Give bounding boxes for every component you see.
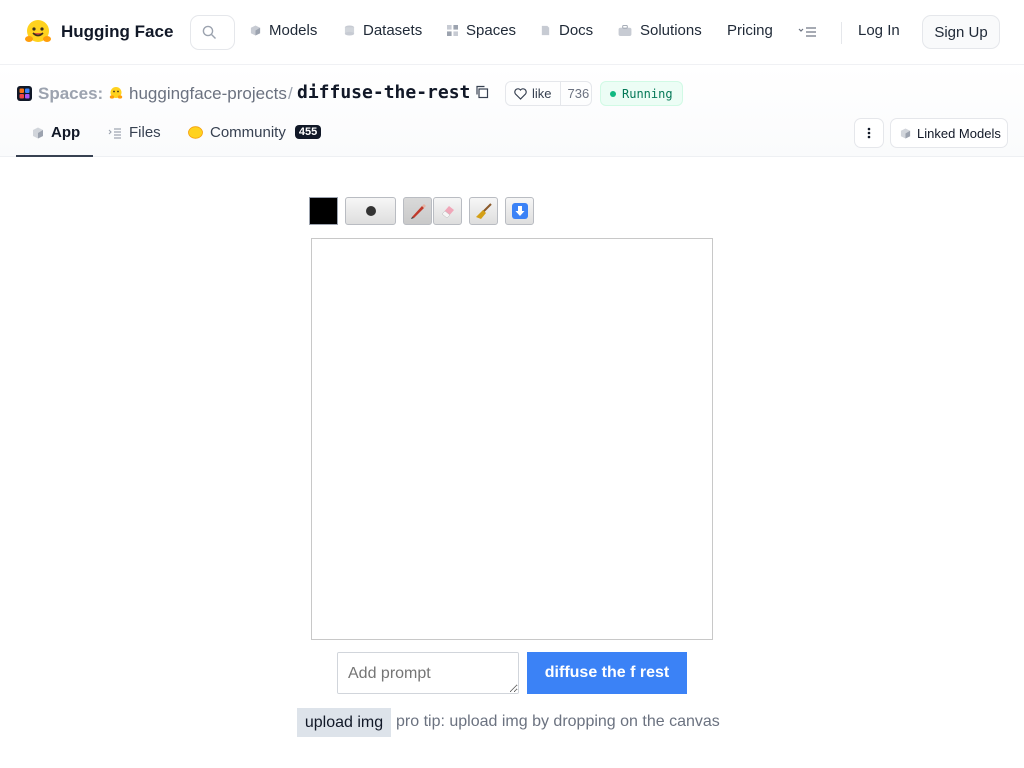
repo-header: Spaces: huggingface-projects / diffuse-t… — [0, 65, 1024, 157]
nav-pricing-label: Pricing — [727, 22, 773, 39]
active-tab-indicator — [16, 155, 93, 157]
briefcase-icon — [618, 25, 632, 36]
brand-name: Hugging Face — [61, 22, 174, 41]
pencil-icon — [410, 204, 426, 219]
status-dot-icon — [610, 90, 616, 97]
search-icon — [202, 25, 216, 39]
prompt-input[interactable] — [337, 652, 519, 694]
heart-icon — [514, 87, 527, 100]
community-count-badge: 455 — [294, 125, 322, 139]
eraser-icon — [441, 206, 454, 219]
nav-solutions-label: Solutions — [640, 22, 702, 39]
community-icon — [188, 126, 203, 139]
owner-link[interactable]: huggingface-projects — [129, 84, 287, 104]
cube-icon — [33, 127, 43, 139]
copy-icon — [476, 85, 489, 99]
broom-icon — [475, 203, 492, 219]
more-options-button[interactable] — [854, 118, 884, 148]
nav-docs-label: Docs — [559, 22, 594, 39]
tab-community[interactable]: Community 455 — [188, 121, 322, 157]
spaces-section-label: Spaces: — [38, 84, 104, 103]
nav-models[interactable]: Models — [250, 22, 317, 39]
tab-community-label: Community — [210, 124, 286, 141]
nav-spaces-label: Spaces — [466, 22, 517, 39]
search-input[interactable] — [190, 15, 235, 50]
files-list-icon — [108, 128, 121, 139]
vertical-dots-icon — [867, 127, 871, 139]
repo-name-link[interactable]: diffuse-the-rest — [297, 82, 470, 103]
eraser-tool-button[interactable] — [433, 197, 462, 225]
nav-datasets[interactable]: Datasets — [344, 22, 422, 39]
more-menu-button[interactable] — [798, 26, 818, 38]
download-button[interactable] — [505, 197, 534, 225]
spaces-grid-icon — [447, 25, 458, 36]
nav-models-label: Models — [269, 22, 318, 39]
nav-divider — [841, 22, 842, 44]
like-button[interactable]: like 736 — [505, 81, 592, 106]
linked-models-label: Linked Models — [917, 125, 1001, 141]
spaces-logo-icon — [17, 86, 32, 101]
brand-link[interactable]: Hugging Face — [24, 18, 173, 46]
pro-tip-text: pro tip: upload img by dropping on the c… — [396, 713, 720, 730]
status-badge: Running — [600, 81, 683, 106]
copy-repo-name-button[interactable] — [475, 85, 489, 104]
nav-solutions[interactable]: Solutions — [618, 22, 702, 39]
database-icon — [344, 25, 355, 36]
brush-size-button[interactable] — [345, 197, 396, 225]
tab-files-label: Files — [129, 124, 161, 141]
cube-icon — [250, 25, 261, 36]
signup-button[interactable]: Sign Up — [922, 15, 1000, 49]
brush-size-icon — [365, 206, 376, 216]
cube-icon — [900, 127, 911, 139]
like-count[interactable]: 736 — [561, 86, 597, 101]
status-text: Running — [622, 86, 673, 101]
tab-app[interactable]: App — [32, 121, 80, 157]
diffuse-submit-button[interactable]: diffuse the f rest — [527, 652, 687, 694]
tab-app-label: App — [51, 124, 81, 141]
nav-docs[interactable]: Docs — [540, 22, 593, 39]
nav-datasets-label: Datasets — [363, 22, 423, 39]
like-toggle[interactable]: like — [506, 82, 561, 105]
brush-color-picker[interactable] — [309, 197, 338, 225]
nav-pricing[interactable]: Pricing — [727, 22, 773, 39]
owner-avatar-icon — [109, 87, 123, 99]
like-label: like — [532, 86, 552, 101]
more-menu-icon — [798, 27, 816, 37]
clear-canvas-button[interactable] — [469, 197, 498, 225]
login-link[interactable]: Log In — [858, 22, 900, 39]
upload-image-button[interactable]: upload img — [297, 708, 391, 737]
top-navbar: Hugging Face Models Datasets Spaces Docs… — [0, 0, 1024, 65]
linked-models-button[interactable]: Linked Models — [890, 118, 1008, 148]
hugging-face-logo-icon — [25, 20, 51, 42]
tab-files[interactable]: Files — [108, 121, 161, 157]
pencil-tool-button[interactable] — [403, 197, 432, 225]
download-arrow-icon — [511, 203, 528, 219]
breadcrumb-separator: / — [288, 84, 293, 103]
docs-icon — [541, 25, 550, 36]
nav-spaces[interactable]: Spaces — [447, 22, 516, 39]
drawing-canvas[interactable] — [311, 238, 713, 640]
